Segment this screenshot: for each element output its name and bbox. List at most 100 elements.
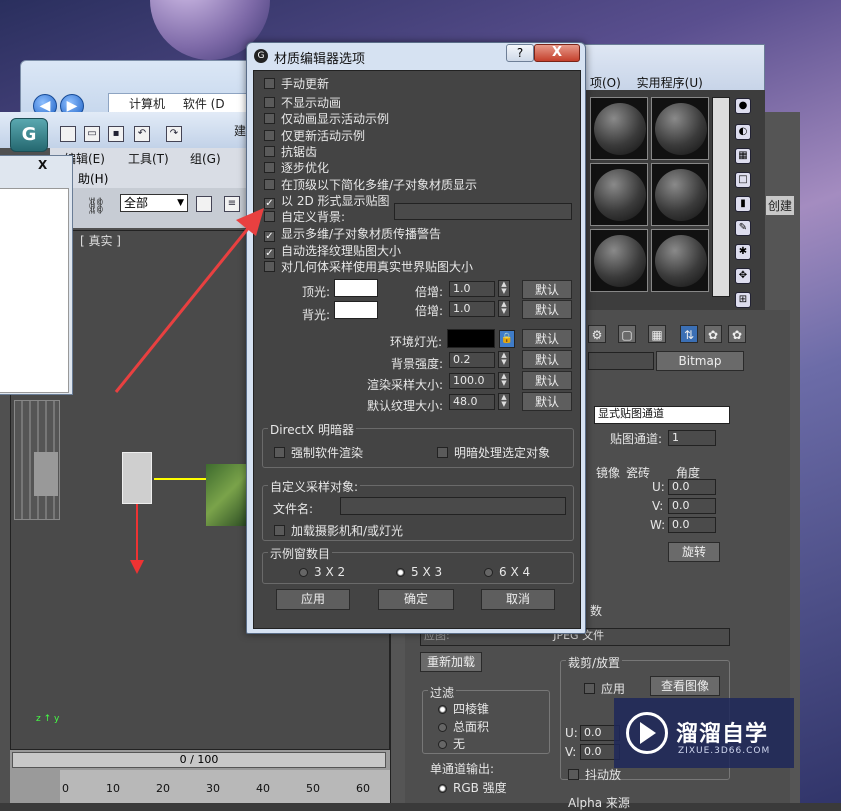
w-angle-input[interactable]: 0.0 xyxy=(668,517,716,533)
background-icon[interactable]: ▦ xyxy=(735,148,751,164)
sample-slot[interactable] xyxy=(590,229,648,292)
option-multi-sub-warning[interactable]: ✓ 显示多维/子对象材质传播警告 xyxy=(264,225,441,242)
options-icon[interactable]: ✱ xyxy=(735,244,751,260)
crop-apply-checkbox[interactable]: 应用 xyxy=(584,680,625,697)
close-icon[interactable]: X xyxy=(38,158,47,172)
default-texture-spinner[interactable]: ▲ ▼ xyxy=(498,393,510,410)
selection-filter-dropdown[interactable]: 全部 ▼ xyxy=(120,194,188,212)
track-bar[interactable]: 0 10 20 30 40 50 60 xyxy=(60,770,390,803)
material-navigator-icon[interactable]: ⊞ xyxy=(735,292,751,308)
menu-tools[interactable]: 工具(T) xyxy=(128,150,169,167)
go-to-parent-icon[interactable]: ⇅ xyxy=(680,325,698,343)
close-button[interactable]: X xyxy=(534,44,580,62)
jitter-checkbox[interactable]: 抖动放 xyxy=(568,766,621,783)
slots-option-3x2[interactable]: 3 X 2 xyxy=(299,565,345,581)
top-light-default-button[interactable]: 默认 xyxy=(522,280,572,299)
put-to-scene-icon[interactable]: ▢ xyxy=(618,325,636,343)
back-multiplier-input[interactable]: 1.0 xyxy=(449,301,495,317)
option-real-world-size[interactable]: 对几何体采样使用真实世界贴图大小 xyxy=(264,258,473,274)
bg-intensity-input[interactable]: 0.2 xyxy=(449,352,495,368)
undo-icon[interactable]: ↶ xyxy=(134,126,150,142)
option-display-maps-2d[interactable]: ✓ 以 2D 形式显示贴图 xyxy=(264,192,390,209)
back-light-color-swatch[interactable] xyxy=(334,301,378,319)
map-channel-input[interactable]: 1 xyxy=(668,430,716,446)
slots-option-6x4[interactable]: 6 X 4 xyxy=(484,565,530,581)
custom-background-path[interactable] xyxy=(394,203,572,220)
selected-object[interactable] xyxy=(122,452,152,504)
create-label[interactable]: 创建 xyxy=(766,196,795,215)
apply-button[interactable]: 应用 xyxy=(276,589,350,610)
option-manual-update[interactable]: 手动更新 xyxy=(264,75,329,91)
default-texture-input[interactable]: 48.0 xyxy=(449,394,495,410)
param-rollout-label[interactable]: 数 xyxy=(590,602,602,619)
sample-slot[interactable] xyxy=(590,97,648,160)
sample-slot[interactable] xyxy=(651,163,709,226)
top-multiplier-spinner[interactable]: ▲ ▼ xyxy=(498,280,510,297)
v-angle-input[interactable]: 0.0 xyxy=(668,498,716,514)
filename-input[interactable] xyxy=(340,497,566,515)
gizmo-y-axis[interactable] xyxy=(154,478,214,480)
option-animate-active-only[interactable]: 仅动画显示活动示例 xyxy=(264,110,389,126)
max-logo-icon[interactable]: G xyxy=(10,118,48,152)
bg-intensity-spinner[interactable]: ▲ ▼ xyxy=(498,351,510,368)
shade-selected-checkbox[interactable]: 明暗处理选定对象 xyxy=(437,444,550,460)
back-light-default-button[interactable]: 默认 xyxy=(522,300,572,319)
save-icon[interactable]: ▪ xyxy=(108,126,124,142)
menu-group[interactable]: 组(G) xyxy=(190,150,221,167)
show-map-icon[interactable]: ▦ xyxy=(648,325,666,343)
option-update-active-only[interactable]: 仅更新活动示例 xyxy=(264,127,365,143)
select-by-name-icon[interactable]: ≡ xyxy=(224,196,240,212)
go-forward-icon[interactable]: ✿ xyxy=(704,325,722,343)
force-software-checkbox[interactable]: 强制软件渲染 xyxy=(274,444,363,460)
scene-figure-object[interactable] xyxy=(34,452,58,496)
sample-slot[interactable] xyxy=(651,97,709,160)
material-effects-icon[interactable]: ✿ xyxy=(728,325,746,343)
gizmo-z-axis[interactable] xyxy=(136,504,138,566)
menu-options[interactable]: 项(O) xyxy=(590,76,621,90)
map-type-button[interactable]: Bitmap xyxy=(656,351,744,371)
viewport-label[interactable]: [ 真实 ] xyxy=(80,232,121,249)
top-multiplier-input[interactable]: 1.0 xyxy=(449,281,495,297)
sample-type-icon[interactable]: ● xyxy=(735,98,751,114)
slots-option-5x3[interactable]: 5 X 3 xyxy=(396,565,442,581)
select-object-icon[interactable] xyxy=(196,196,212,212)
option-dont-animate[interactable]: 不显示动画 xyxy=(264,94,341,110)
filter-option-pyramidal[interactable]: 四棱锥 xyxy=(438,700,489,717)
view-image-button[interactable]: 查看图像 xyxy=(650,676,720,696)
render-sample-spinner[interactable]: ▲ ▼ xyxy=(498,372,510,389)
menu-utilities[interactable]: 实用程序(U) xyxy=(637,76,703,90)
option-antialias[interactable]: 抗锯齿 xyxy=(264,143,317,159)
link-icon[interactable]: ⛓ xyxy=(86,196,110,216)
u-angle-input[interactable]: 0.0 xyxy=(668,479,716,495)
rgb-intensity-option[interactable]: RGB 强度 xyxy=(438,779,507,796)
ambient-light-color-swatch[interactable] xyxy=(447,329,495,348)
render-sample-input[interactable]: 100.0 xyxy=(449,373,495,389)
backlight-icon[interactable]: ◐ xyxy=(735,124,751,140)
back-multiplier-spinner[interactable]: ▲ ▼ xyxy=(498,300,510,317)
default-texture-default-button[interactable]: 默认 xyxy=(522,392,572,411)
bg-intensity-default-button[interactable]: 默认 xyxy=(522,350,572,369)
slots-scrollbar[interactable] xyxy=(712,97,730,297)
new-file-icon[interactable] xyxy=(60,126,76,142)
make-preview-icon[interactable]: ✎ xyxy=(735,220,751,236)
time-slider[interactable]: 0 / 100 xyxy=(12,752,386,768)
sample-slot[interactable] xyxy=(651,229,709,292)
option-simplify-multi-sub[interactable]: 在顶级以下简化多维/子对象材质显示 xyxy=(264,176,477,192)
scene-grass-plane[interactable] xyxy=(206,464,246,526)
video-color-icon[interactable]: ▮ xyxy=(735,196,751,212)
lock-icon[interactable]: 🔒 xyxy=(499,330,515,348)
reload-button[interactable]: 重新加载 xyxy=(420,652,482,672)
render-sample-default-button[interactable]: 默认 xyxy=(522,371,572,390)
map-channel-dropdown[interactable]: 显式贴图通道 xyxy=(594,406,730,424)
load-camera-checkbox[interactable]: 加载摄影机和/或灯光 xyxy=(274,522,403,538)
select-by-material-icon[interactable]: ✥ xyxy=(735,268,751,284)
menu-help[interactable]: 助(H) xyxy=(78,170,108,187)
filter-option-summed[interactable]: 总面积 xyxy=(438,718,489,735)
option-custom-background[interactable]: 自定义背景: xyxy=(264,208,345,224)
option-progressive-refine[interactable]: 逐步优化 xyxy=(264,159,329,175)
help-button[interactable]: ? xyxy=(506,44,534,62)
cancel-button[interactable]: 取消 xyxy=(481,589,555,610)
sample-slot[interactable] xyxy=(590,163,648,226)
uv-tiling-icon[interactable]: □ xyxy=(735,172,751,188)
top-light-color-swatch[interactable] xyxy=(334,279,378,297)
